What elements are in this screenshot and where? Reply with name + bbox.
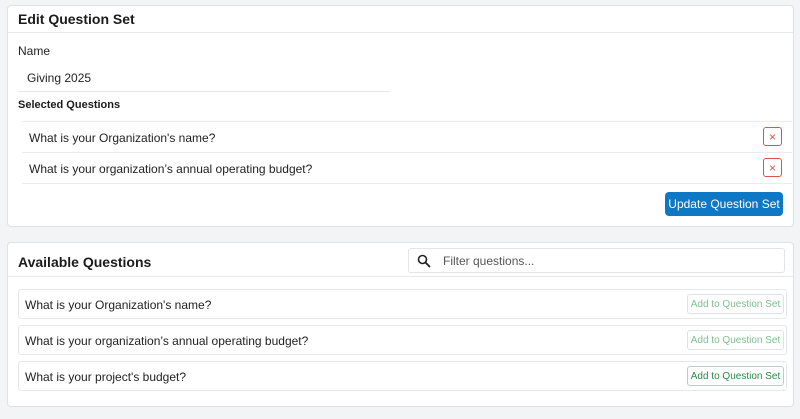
available-question-text: What is your project's budget? <box>25 370 187 384</box>
available-questions-list: What is your Organization's name? Add to… <box>18 289 787 397</box>
remove-question-button[interactable]: × <box>763 127 782 146</box>
selected-question-row: What is your Organization's name? × <box>22 122 792 153</box>
available-question-row: What is your Organization's name? Add to… <box>18 289 787 319</box>
search-icon <box>417 254 431 268</box>
update-question-set-button[interactable]: Update Question Set <box>665 192 783 216</box>
available-question-text: What is your Organization's name? <box>25 298 212 312</box>
filter-questions-input[interactable] <box>443 249 773 272</box>
filter-box[interactable] <box>408 248 785 273</box>
add-to-question-set-button[interactable]: Add to Question Set <box>687 366 784 386</box>
available-panel-header: Available Questions <box>8 243 793 277</box>
edit-question-set-panel: Edit Question Set Name Selected Question… <box>7 5 794 227</box>
available-question-row: What is your organization’s annual opera… <box>18 325 787 355</box>
available-question-text: What is your organization’s annual opera… <box>25 334 309 348</box>
selected-questions-heading: Selected Questions <box>18 99 121 111</box>
name-input[interactable] <box>18 64 390 92</box>
available-question-row: What is your project's budget? Add to Qu… <box>18 361 787 391</box>
add-to-question-set-button[interactable]: Add to Question Set <box>687 330 784 350</box>
available-panel-title: Available Questions <box>18 254 152 270</box>
edit-panel-title: Edit Question Set <box>18 11 135 27</box>
remove-question-button[interactable]: × <box>763 158 782 177</box>
add-to-question-set-button[interactable]: Add to Question Set <box>687 294 784 314</box>
selected-question-row: What is your organization’s annual opera… <box>22 153 792 184</box>
available-questions-panel: Available Questions What is your Organiz… <box>7 242 794 407</box>
edit-panel-header: Edit Question Set <box>8 6 793 33</box>
selected-question-text: What is your Organization's name? <box>29 131 216 145</box>
selected-question-text: What is your organization’s annual opera… <box>29 162 313 176</box>
selected-questions-list: What is your Organization's name? × What… <box>22 121 792 184</box>
name-label: Name <box>18 44 51 58</box>
